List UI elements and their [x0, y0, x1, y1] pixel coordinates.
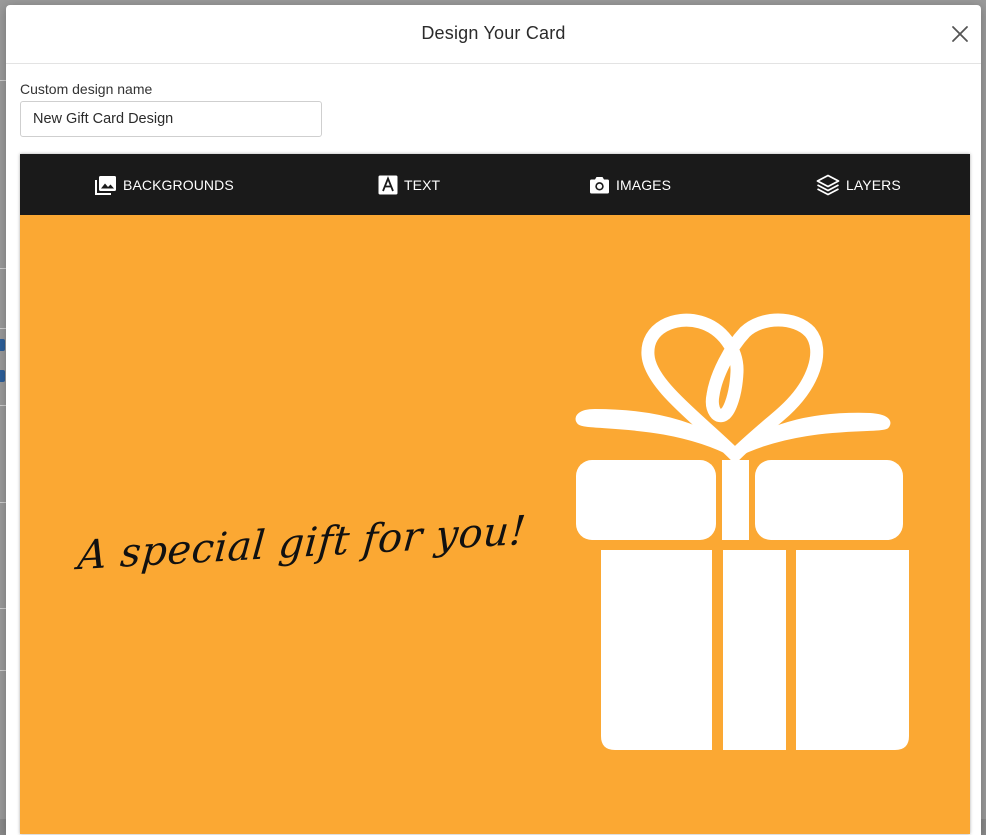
image-icon	[95, 175, 116, 195]
modal-header: Design Your Card	[6, 5, 981, 64]
tab-text-label: TEXT	[404, 176, 441, 193]
modal-title: Design Your Card	[421, 23, 566, 43]
card-canvas[interactable]: A special gift for you!	[20, 215, 970, 834]
tab-text[interactable]: TEXT	[378, 154, 440, 215]
tab-backgrounds[interactable]: BACKGROUNDS	[95, 154, 234, 215]
design-name-input[interactable]	[20, 101, 322, 137]
camera-icon	[590, 176, 609, 193]
tab-layers-label: LAYERS	[846, 176, 901, 193]
backdrop-marker	[0, 339, 5, 351]
tab-backgrounds-label: BACKGROUNDS	[123, 176, 234, 193]
card-editor: BACKGROUNDS TEXT IMAGES LAYERS A special…	[20, 154, 970, 834]
gift-box-icon[interactable]	[550, 310, 920, 760]
card-message-text[interactable]: A special gift for you!	[76, 508, 528, 579]
tab-layers[interactable]: LAYERS	[816, 154, 901, 215]
backdrop-marker	[0, 370, 5, 382]
design-name-label: Custom design name	[20, 81, 153, 97]
tab-images-label: IMAGES	[616, 176, 672, 193]
tab-images[interactable]: IMAGES	[589, 154, 671, 215]
design-card-modal: Design Your Card Custom design name BACK…	[6, 5, 981, 835]
close-icon	[952, 26, 968, 42]
layers-icon	[816, 174, 840, 195]
close-button[interactable]	[949, 23, 971, 45]
text-a-icon	[378, 175, 398, 194]
editor-toolbar: BACKGROUNDS TEXT IMAGES LAYERS	[20, 154, 970, 215]
